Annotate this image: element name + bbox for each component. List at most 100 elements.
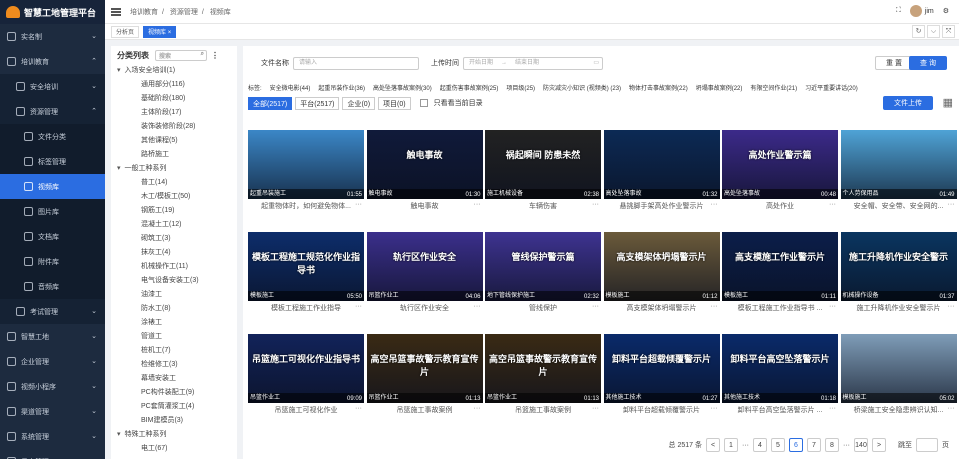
jump-input[interactable] (916, 438, 938, 452)
video-card[interactable]: 模板工程施工规范化作业指导书 模板施工 05:50 模板工程施工作业指导 ··· (248, 232, 364, 330)
video-card[interactable]: 高支模施工作业警示片 模板施工 01:11 模板工程施工作业指导书 ... ··· (722, 232, 838, 330)
more-icon[interactable]: ··· (948, 199, 955, 213)
video-thumbnail[interactable]: 轨行区作业安全 吊篮作业工 04:06 (366, 232, 483, 301)
type-project[interactable]: 项目(0) (378, 96, 411, 110)
refresh-icon[interactable]: ↻ (912, 25, 925, 38)
tag-item[interactable]: 安全微电影(44) (270, 83, 311, 92)
tree-node[interactable]: 电工(67) (111, 442, 237, 456)
tag-item[interactable]: 习近平重要讲话(20) (805, 83, 858, 92)
more-icon[interactable]: ··· (474, 199, 481, 213)
video-thumbnail[interactable]: 吊篮施工可视化作业指导书 吊篮作业工 09:09 (248, 334, 364, 403)
more-icon[interactable]: ··· (829, 301, 836, 315)
tree-node[interactable]: BIM建模员(3) (111, 414, 237, 428)
type-all[interactable]: 全部(2517) (248, 96, 293, 110)
reset-button[interactable]: 重 置 (875, 56, 913, 70)
tree-search-input[interactable]: 搜索 ⌕ (155, 49, 207, 61)
tree-node[interactable]: 木工/模板工(50) (111, 190, 237, 204)
breadcrumb-item[interactable]: 资源管理 (170, 9, 198, 16)
more-icon[interactable]: ··· (711, 403, 718, 417)
video-card[interactable]: 模板施工 05:02 桥梁施工安全隐患辨识认知... ··· (840, 334, 957, 432)
tab-analysis[interactable]: 分析页 (111, 25, 140, 38)
sidebar-item[interactable]: 安全培训 ⌄ (0, 74, 105, 99)
tree-node[interactable]: 入场安全培训(1) (111, 64, 237, 78)
tree-node[interactable]: 混凝土工(12) (111, 218, 237, 232)
tree-node[interactable]: PC套筒灌浆工(4) (111, 400, 237, 414)
tree-node[interactable]: 桩机工(7) (111, 344, 237, 358)
tag-item[interactable]: 起重伤害事故案例(25) (440, 83, 499, 92)
sidebar-item[interactable]: 日志管理⌄ (0, 449, 105, 459)
tree-node[interactable]: 特殊工种系列 (111, 428, 237, 442)
sidebar-item[interactable]: 系统管理 ⌄ (0, 424, 105, 449)
video-thumbnail[interactable]: 个人劳保用品 01:49 (840, 130, 957, 199)
video-card[interactable]: 轨行区作业安全 吊篮作业工 04:06 轨行区作业安全 ··· (366, 232, 483, 330)
upload-button[interactable]: 文件上传 (883, 96, 933, 110)
breadcrumb-item[interactable]: 培训教育 (130, 9, 158, 16)
menu-toggle-icon[interactable] (111, 7, 121, 16)
fullscreen-icon[interactable]: ⛶ (896, 7, 901, 15)
video-thumbnail[interactable]: 高处作业警示篇 高处坠落事故 00:48 (722, 130, 838, 199)
tree-node[interactable]: 涂裱工 (111, 316, 237, 330)
tree-node[interactable]: 管道工 (111, 330, 237, 344)
more-icon[interactable]: ··· (355, 301, 362, 315)
grid-view-icon[interactable]: ▦ (943, 96, 953, 109)
tree-node[interactable]: 路桥施工 (111, 148, 237, 162)
video-thumbnail[interactable]: 管线保护警示篇 地下管线保护施工 02:32 (485, 232, 601, 301)
more-icon[interactable]: ··· (711, 301, 718, 315)
tree-node[interactable]: 油漆工 (111, 288, 237, 302)
sidebar-item[interactable]: 培训教育 ⌃ (0, 49, 105, 74)
video-card[interactable]: 高支模架体坍塌警示片 模板施工 01:12 高支模架体坍塌警示片 ··· (603, 232, 720, 330)
video-thumbnail[interactable]: 施工升降机作业安全警示 机械操作设备 01:37 (840, 232, 957, 301)
tree-node[interactable]: PC构件装配工(9) (111, 386, 237, 400)
video-card[interactable]: 卸料平台超载倾覆警示片 其他施工技术 01:27 卸料平台超载倾覆警示片 ··· (603, 334, 720, 432)
tag-item[interactable]: 起重吊装作业(36) (318, 83, 365, 92)
sidebar-item[interactable]: 智慧工地 ⌄ (0, 324, 105, 349)
only-current-checkbox[interactable] (419, 99, 428, 107)
more-icon[interactable]: ··· (355, 199, 362, 213)
video-card[interactable]: 高处坠落事故 01:32 悬挑脚手架高处作业警示片 ··· (603, 130, 720, 228)
video-card[interactable]: 个人劳保用品 01:49 安全帽、安全带、安全网的... ··· (840, 130, 957, 228)
video-card[interactable]: 高空吊篮事故警示教育宣传片 吊篮作业工 01:13 吊篮施工事故案例 ··· (366, 334, 483, 432)
sidebar-item[interactable]: 资源管理 ⌃ (0, 99, 105, 124)
more-icon[interactable]: ··· (355, 403, 362, 417)
tree-node[interactable]: 防水工(8) (111, 302, 237, 316)
sidebar-item[interactable]: 音频库 (0, 274, 105, 299)
sidebar-item[interactable]: 视频库 (0, 174, 105, 199)
sidebar-item[interactable]: 渠道管理 ⌄ (0, 399, 105, 424)
tree-node[interactable]: 主体阶段(17) (111, 106, 237, 120)
gear-icon[interactable]: ⚙ (943, 7, 949, 15)
video-thumbnail[interactable]: 高处坠落事故 01:32 (603, 130, 720, 199)
video-thumbnail[interactable]: 模板施工 05:02 (840, 334, 957, 403)
chevron-down-icon[interactable]: ⌵ (927, 25, 940, 38)
query-button[interactable]: 查 询 (909, 56, 947, 70)
sidebar-item[interactable]: 图片库 (0, 199, 105, 224)
tree-node[interactable]: 砌筑工(3) (111, 232, 237, 246)
tree-node[interactable]: 抹灰工(4) (111, 246, 237, 260)
type-platform[interactable]: 平台(2517) (295, 96, 340, 110)
video-card[interactable]: 施工升降机作业安全警示 机械操作设备 01:37 施工升降机作业安全警示片 ··· (840, 232, 957, 330)
tree-node[interactable]: 通用部分(116) (111, 78, 237, 92)
video-thumbnail[interactable]: 高空吊篮事故警示教育宣传片 吊篮作业工 01:13 (485, 334, 601, 403)
next-page-button[interactable]: > (872, 438, 886, 452)
more-icon[interactable]: ··· (829, 199, 836, 213)
page-button[interactable]: 5 (771, 438, 785, 452)
close-icon[interactable]: × (168, 30, 172, 36)
video-thumbnail[interactable]: 卸料平台超载倾覆警示片 其他施工技术 01:27 (603, 334, 720, 403)
tree-node[interactable]: 幕墙安装工 (111, 372, 237, 386)
tag-item[interactable]: 物体打击事故案例(22) (629, 83, 688, 92)
user-menu[interactable]: jim (909, 5, 934, 17)
tab-video-library[interactable]: 视频库 × (143, 25, 177, 38)
tag-item[interactable]: 高处坠落事故案例(30) (373, 83, 432, 92)
more-icon[interactable]: ··· (948, 301, 955, 315)
more-icon[interactable]: ··· (592, 199, 599, 213)
page-button[interactable]: 1 (724, 438, 738, 452)
page-button[interactable]: 7 (807, 438, 821, 452)
video-card[interactable]: 管线保护警示篇 地下管线保护施工 02:32 管线保护 ··· (485, 232, 601, 330)
file-name-input[interactable]: 请输入 (293, 56, 419, 70)
tree-node[interactable]: 机械操作工(11) (111, 260, 237, 274)
more-icon[interactable]: ··· (474, 301, 481, 315)
video-thumbnail[interactable]: 触电事故 触电事故 01:30 (366, 130, 483, 199)
page-button[interactable]: 6 (789, 438, 803, 452)
video-card[interactable]: 高空吊篮事故警示教育宣传片 吊篮作业工 01:13 吊篮施工事故案例 ··· (485, 334, 601, 432)
sidebar-item[interactable]: 考试管理 ⌄ (0, 299, 105, 324)
tree-node[interactable]: 一般工种系列 (111, 162, 237, 176)
